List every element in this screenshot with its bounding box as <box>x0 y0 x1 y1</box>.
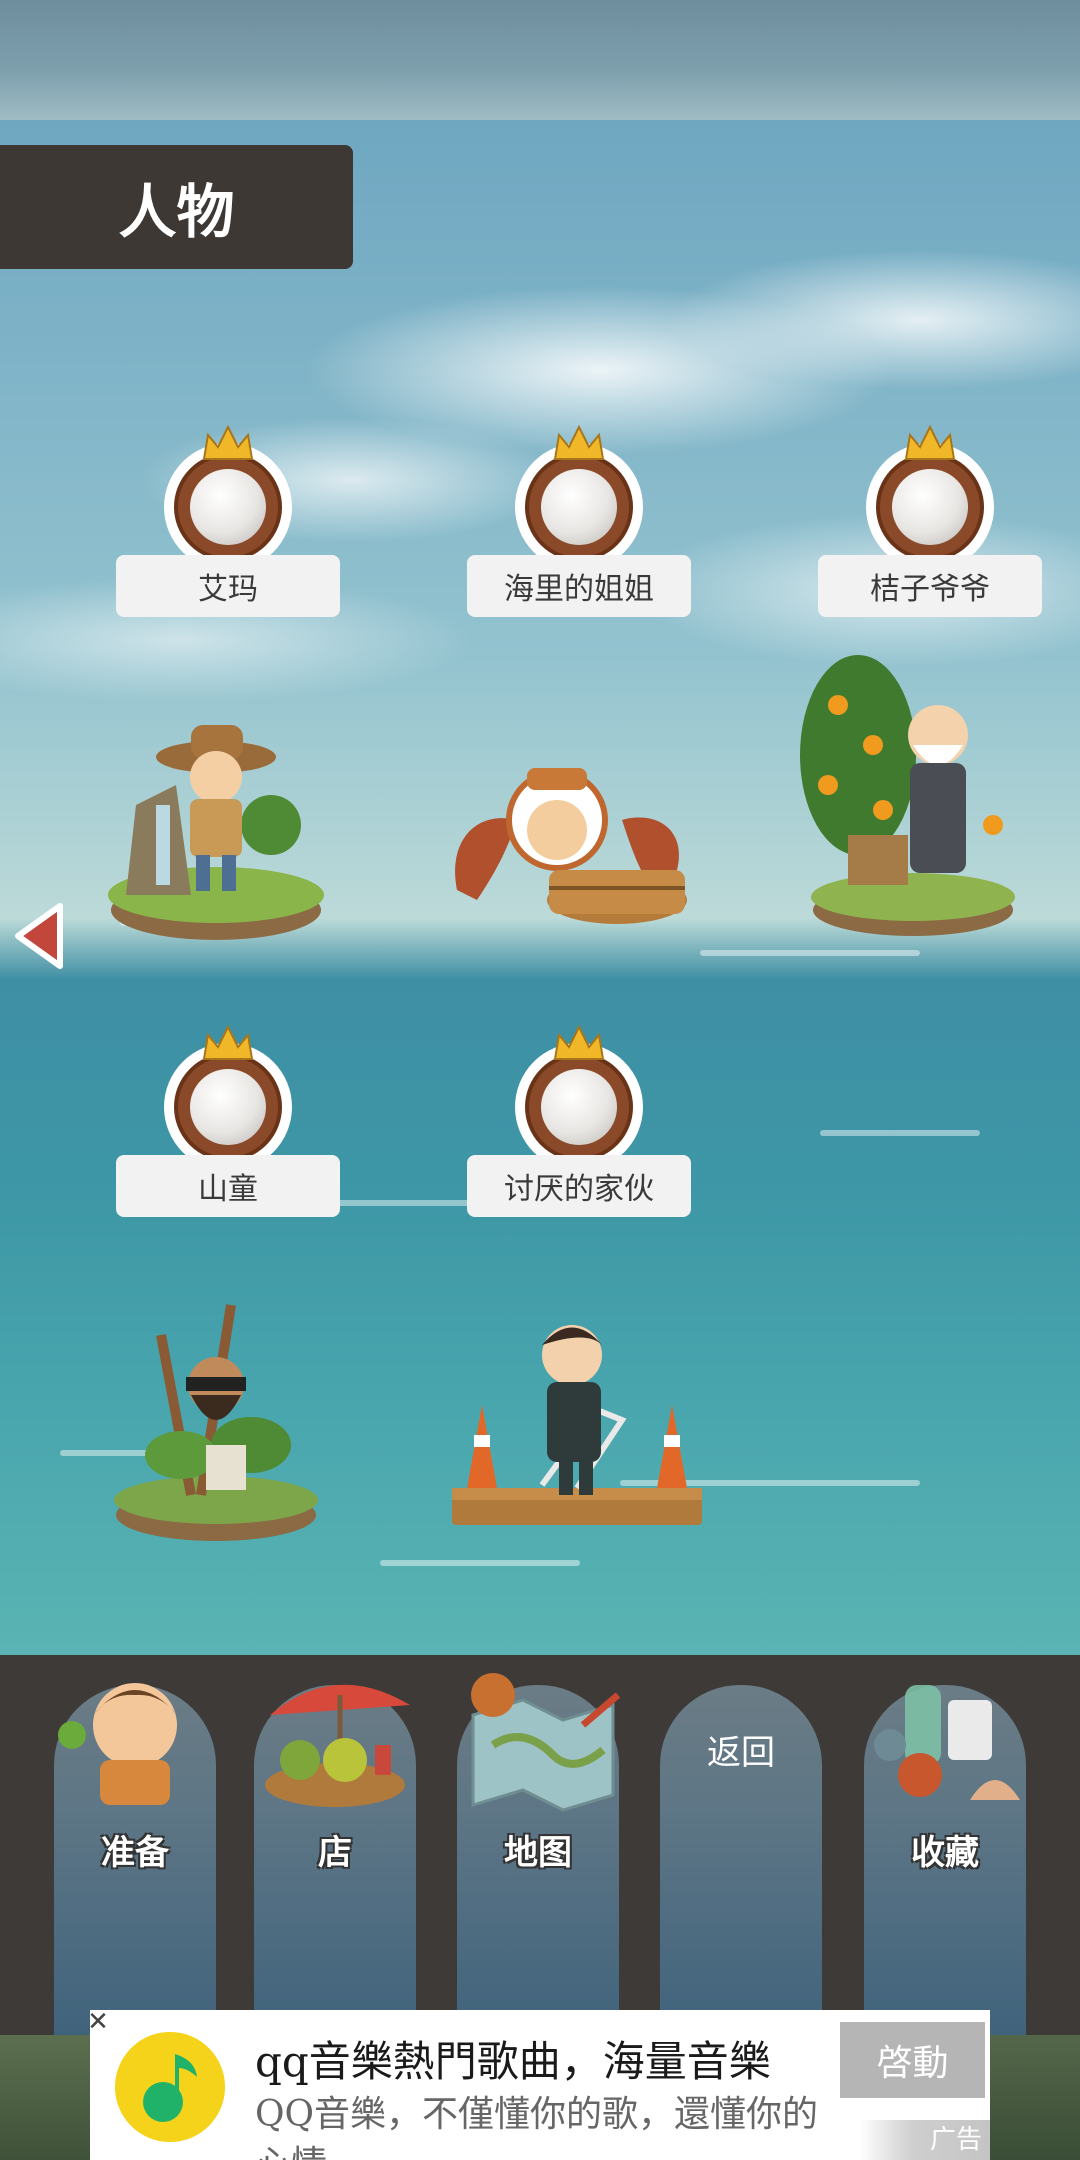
wave-highlight <box>380 1560 580 1566</box>
character-card-mountain-boy[interactable]: 山童 <box>114 1024 340 1545</box>
page-title: 人物 <box>0 145 353 269</box>
ad-side-background <box>990 2035 1080 2160</box>
octopus-diver-figure <box>455 768 687 924</box>
collection-items-icon <box>874 1685 1020 1800</box>
wave-highlight <box>700 950 920 956</box>
character-card-sea-sister[interactable]: 海里的姐姐 <box>455 424 691 945</box>
nav-shop-button[interactable]: 店 <box>254 1684 416 2035</box>
explorer-figure <box>108 725 324 940</box>
medal-badge <box>511 424 647 575</box>
nav-back-label: 返回 <box>707 1733 775 1773</box>
top-sky-strip <box>0 0 1080 120</box>
shop-stall-icon <box>265 1684 410 1807</box>
character-card-annoying-guy[interactable]: 讨厌的家伙 <box>452 1024 702 1545</box>
character-name-label: 桔子爷爷 <box>818 555 1042 617</box>
character-card-orange-grandpa[interactable]: 桔子爷爷 <box>800 424 1042 945</box>
boy-character-icon <box>58 1683 177 1805</box>
ad-title: qq音樂熱門歌曲，海量音樂 <box>255 2037 771 2086</box>
medal-badge <box>160 424 296 575</box>
bearded-man-figure <box>114 1304 318 1541</box>
character-name-label: 山童 <box>116 1155 340 1217</box>
nav-collection-label: 收藏 <box>911 1833 979 1873</box>
old-man-figure <box>800 655 1015 936</box>
ad-tag-label: 广告 <box>860 2120 990 2160</box>
medal-badge <box>511 1024 647 1175</box>
ad-launch-button[interactable]: 啓動 <box>840 2022 985 2098</box>
crown-icon <box>553 424 605 460</box>
previous-page-arrow-icon[interactable] <box>10 900 68 972</box>
ad-description: QQ音樂，不僅懂你的歌，還懂你的心情 <box>255 2094 819 2160</box>
nav-back-button[interactable]: 返回 <box>660 1685 822 2035</box>
nav-map-label: 地图 <box>504 1833 572 1873</box>
map-icon <box>471 1673 621 1812</box>
nav-map-button[interactable]: 地图 <box>457 1673 621 2035</box>
nav-shop-label: 店 <box>318 1833 352 1873</box>
crown-icon <box>202 1024 254 1060</box>
crown-icon <box>904 424 956 460</box>
character-name-label: 海里的姐姐 <box>467 555 691 617</box>
medal-badge <box>862 424 998 575</box>
bottom-nav-bar: 准备 店 地图 返回 收藏 <box>0 1655 1080 2035</box>
character-name-label: 艾玛 <box>116 555 340 617</box>
nav-collection-button[interactable]: 收藏 <box>864 1685 1026 2035</box>
suited-man-figure <box>452 1325 702 1525</box>
character-name-label: 讨厌的家伙 <box>467 1155 691 1217</box>
wave-highlight <box>820 1130 980 1136</box>
ad-side-background <box>0 2035 90 2160</box>
qq-music-logo-icon <box>115 2032 225 2142</box>
medal-badge <box>160 1024 296 1175</box>
nav-prepare-button[interactable]: 准备 <box>54 1683 216 2035</box>
character-card-emma[interactable]: 艾玛 <box>108 424 340 945</box>
ad-close-icon[interactable]: ✕ <box>84 2008 112 2036</box>
crown-icon <box>202 424 254 460</box>
nav-prepare-label: 准备 <box>101 1833 169 1873</box>
crown-icon <box>553 1024 605 1060</box>
ad-banner[interactable]: ✕ qq音樂熱門歌曲，海量音樂 QQ音樂，不僅懂你的歌，還懂你的心情 啓動 广告 <box>87 2008 990 2160</box>
page-title-text: 人物 <box>118 178 235 246</box>
